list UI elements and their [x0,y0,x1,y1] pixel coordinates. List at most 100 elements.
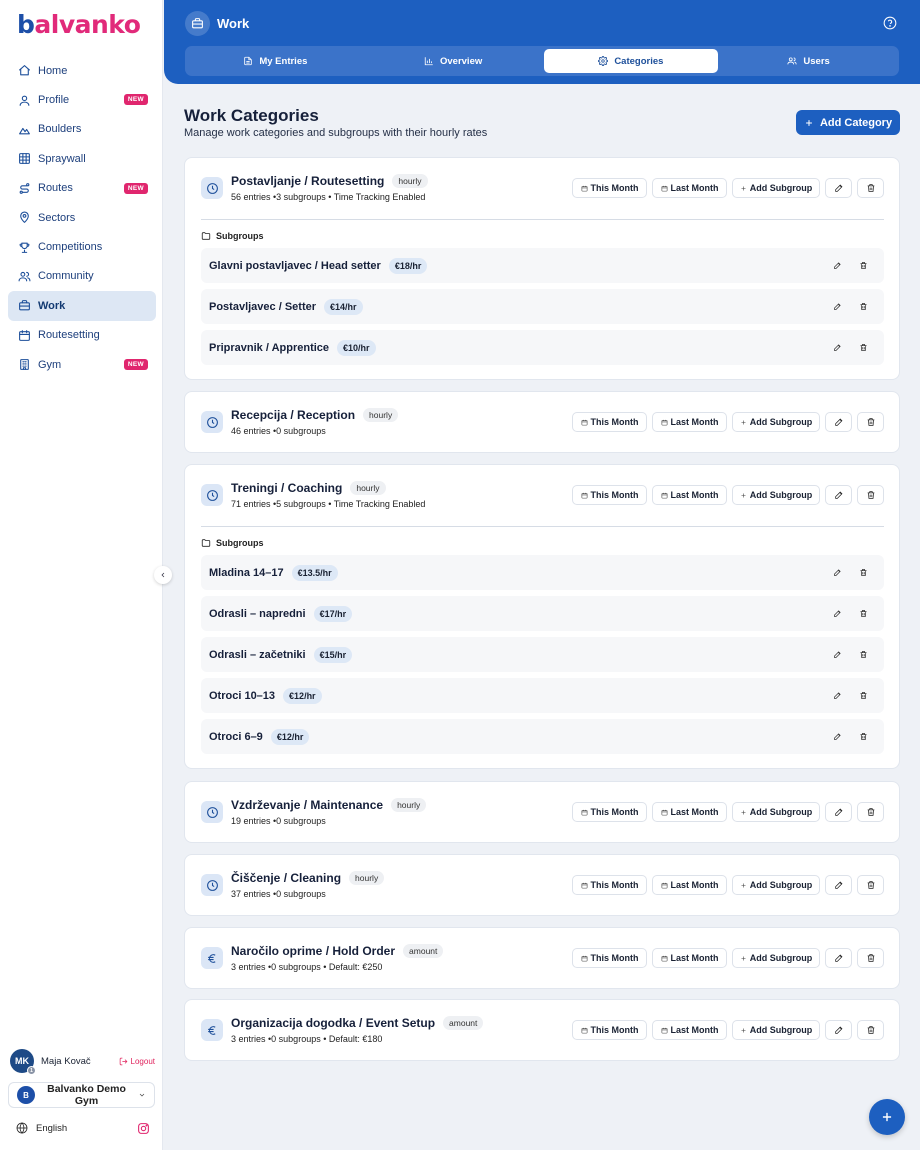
delete-subgroup-button[interactable] [859,343,868,352]
subgroup-actions [833,609,884,618]
edit-subgroup-button[interactable] [833,261,842,270]
calendar-icon [581,882,588,889]
edit-button[interactable] [825,875,852,895]
last-month-button[interactable]: Last Month [652,802,727,822]
help-icon[interactable] [883,16,897,30]
last-month-button[interactable]: Last Month [652,948,727,968]
gym-select[interactable]: B Balvanko Demo Gym [8,1082,155,1108]
plus-icon [882,1112,892,1122]
edit-subgroup-button[interactable] [833,302,842,311]
last-month-button[interactable]: Last Month [652,1020,727,1040]
last-month-button[interactable]: Last Month [652,485,727,505]
delete-button[interactable] [857,802,884,822]
last-month-button[interactable]: Last Month [652,178,727,198]
plus-icon [740,492,747,499]
subgroups-heading: Subgroups [201,538,264,548]
add-subgroup-button[interactable]: Add Subgroup [732,802,820,822]
edit-button[interactable] [825,178,852,198]
fab-add-button[interactable] [869,1099,905,1135]
edit-subgroup-button[interactable] [833,343,842,352]
this-month-button[interactable]: This Month [572,948,647,968]
sidebar-item-profile[interactable]: Profile NEW [8,85,156,114]
collapse-sidebar-button[interactable] [154,566,172,584]
delete-button[interactable] [857,485,884,505]
briefcase-icon [185,11,210,36]
add-subgroup-button[interactable]: Add Subgroup [732,178,820,198]
delete-button[interactable] [857,412,884,432]
user-name: Maja Kovač [41,1055,91,1067]
edit-button[interactable] [825,1020,852,1040]
add-subgroup-button[interactable]: Add Subgroup [732,485,820,505]
new-badge: NEW [123,182,148,194]
sidebar-item-label: Profile [38,94,70,107]
sidebar-item-spraywall[interactable]: Spraywall [8,144,156,173]
tab-users[interactable]: Users [721,49,896,73]
logout-button[interactable]: Logout [119,1057,155,1066]
add-subgroup-button[interactable]: Add Subgroup [732,948,820,968]
folder-icon [201,538,211,548]
chevron-down-icon [138,1091,146,1099]
tab-my-entries[interactable]: My Entries [188,49,363,73]
this-month-button[interactable]: This Month [572,178,647,198]
delete-button[interactable] [857,875,884,895]
tab-overview[interactable]: Overview [366,49,541,73]
edit-button[interactable] [825,802,852,822]
category-header: Postavljanje / Routesetting hourly [231,174,428,188]
language-selector[interactable]: English [36,1123,67,1134]
sidebar-item-label: Sectors [38,211,76,224]
edit-subgroup-button[interactable] [833,568,842,577]
sidebar-item-sectors[interactable]: Sectors [8,203,156,232]
calendar-icon [18,329,31,342]
edit-subgroup-button[interactable] [833,650,842,659]
add-subgroup-button[interactable]: Add Subgroup [732,412,820,432]
new-badge: NEW [123,94,148,106]
edit-subgroup-button[interactable] [833,732,842,741]
edit-button[interactable] [825,412,852,432]
rate-badge: €10/hr [337,339,376,356]
delete-subgroup-button[interactable] [859,302,868,311]
edit-subgroup-button[interactable] [833,691,842,700]
delete-subgroup-button[interactable] [859,609,868,618]
this-month-button[interactable]: This Month [572,412,647,432]
sidebar-item-work[interactable]: Work [8,291,156,321]
sidebar-item-routes[interactable]: Routes NEW [8,174,156,203]
sidebar-item-label: Community [38,270,94,283]
delete-subgroup-button[interactable] [859,650,868,659]
edit-button[interactable] [825,485,852,505]
avatar[interactable]: MK 1 [10,1049,36,1075]
logo[interactable]: balvanko [17,10,141,39]
subgroup-name: Postavljavec / Setter [209,300,317,313]
last-month-button[interactable]: Last Month [652,875,727,895]
pencil-icon [834,807,844,817]
sidebar-item-home[interactable]: Home [8,56,156,85]
add-subgroup-button[interactable]: Add Subgroup [732,875,820,895]
this-month-button[interactable]: This Month [572,802,647,822]
delete-subgroup-button[interactable] [859,732,868,741]
sidebar-item-boulders[interactable]: Boulders [8,115,156,144]
instagram-icon[interactable] [137,1122,150,1135]
users-icon [787,56,797,66]
calendar-icon [661,809,668,816]
delete-button[interactable] [857,178,884,198]
sidebar-item-gym[interactable]: Gym NEW [8,350,156,379]
edit-subgroup-button[interactable] [833,609,842,618]
sidebar-item-routesetting[interactable]: Routesetting [8,321,156,350]
delete-button[interactable] [857,948,884,968]
this-month-button[interactable]: This Month [572,875,647,895]
edit-button[interactable] [825,948,852,968]
category-meta: 19 entries •0 subgroups [231,816,326,826]
delete-subgroup-button[interactable] [859,691,868,700]
tab-categories[interactable]: Categories [543,49,719,73]
sidebar-item-community[interactable]: Community [8,262,156,291]
delete-subgroup-button[interactable] [859,261,868,270]
pencil-icon [834,183,844,193]
this-month-button[interactable]: This Month [572,1020,647,1040]
delete-button[interactable] [857,1020,884,1040]
sidebar-item-competitions[interactable]: Competitions [8,232,156,261]
delete-subgroup-button[interactable] [859,568,868,577]
add-subgroup-button[interactable]: Add Subgroup [732,1020,820,1040]
chevron-left-icon [161,572,165,578]
last-month-button[interactable]: Last Month [652,412,727,432]
this-month-button[interactable]: This Month [572,485,647,505]
add-category-button[interactable]: Add Category [796,110,900,135]
